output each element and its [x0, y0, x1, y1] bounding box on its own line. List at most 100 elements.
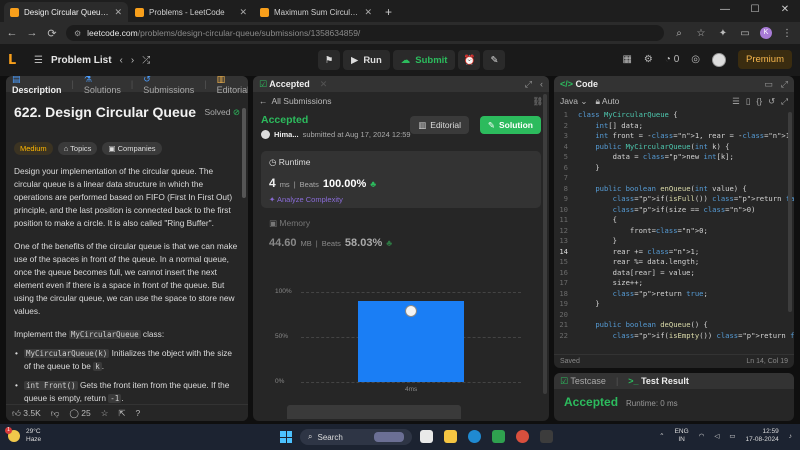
back-icon[interactable]: ← — [6, 27, 18, 39]
code-line[interactable]: 2 int[] data; — [554, 121, 794, 132]
code-line[interactable]: 9 class="p">if(isFull()) class="p">retur… — [554, 194, 794, 205]
user-name[interactable]: Hima... — [274, 130, 299, 139]
timer-button[interactable]: ⏰ — [458, 50, 481, 70]
code-line[interactable]: 10 class="p">if(size == class="n">0) — [554, 205, 794, 216]
close-icon[interactable]: ✕ — [239, 7, 247, 18]
bookmark-star-icon[interactable]: ☆ — [694, 28, 708, 39]
collapse-icon[interactable]: ‹ — [540, 79, 543, 90]
list-icon[interactable]: ☰ — [34, 55, 43, 66]
code-line[interactable]: 4 public MyCircularQueue(int k) { — [554, 142, 794, 153]
code-line[interactable]: 8 public boolean enQueue(int value) { — [554, 184, 794, 195]
chrome-icon[interactable] — [516, 430, 529, 443]
new-tab-icon[interactable]: + — [379, 5, 398, 22]
notification-bell-icon[interactable]: ♪ — [789, 433, 792, 440]
site-info-icon[interactable]: ⚙ — [74, 29, 81, 38]
sidebar-icon[interactable]: ▭ — [738, 28, 752, 39]
menu-icon[interactable]: ⋮ — [780, 28, 794, 39]
notes-button[interactable]: ✎ — [483, 50, 506, 70]
expand-icon[interactable]: ⤢ — [781, 79, 788, 90]
extensions-icon[interactable]: ✦ — [716, 28, 730, 39]
language-indicator[interactable]: ENG IN — [675, 428, 689, 444]
profile-avatar[interactable]: K — [760, 27, 772, 39]
maximize-icon[interactable]: ☐ — [740, 0, 770, 22]
tab-code[interactable]: </> Code — [560, 79, 598, 89]
user-avatar[interactable] — [261, 130, 270, 139]
code-line[interactable]: 21 public boolean deQueue() { — [554, 320, 794, 331]
autocomplete-mode[interactable]: 🔒︎ Auto — [595, 96, 619, 107]
chevron-up-icon[interactable]: ⌃ — [659, 432, 664, 440]
code-line[interactable]: 18 class="p">return true; — [554, 289, 794, 300]
streak-counter[interactable]: ◔ 0 — [665, 54, 679, 65]
code-line[interactable]: 5 data = class="p">new int[k]; — [554, 152, 794, 163]
language-select[interactable]: Java ⌄ — [560, 96, 587, 107]
format-icon[interactable]: ☰ — [732, 96, 740, 107]
premium-button[interactable]: Premium — [737, 50, 792, 69]
scrollbar[interactable] — [242, 108, 246, 198]
speaker-icon[interactable]: ◁ — [714, 432, 719, 440]
code-line[interactable]: 17 size++; — [554, 278, 794, 289]
debug-button[interactable]: ⚑ — [318, 50, 340, 70]
help-icon[interactable]: ? — [136, 408, 141, 418]
like-button[interactable]: 👍︎ 3.5K — [12, 408, 41, 419]
fullscreen-icon[interactable]: ⤢ — [781, 96, 788, 107]
user-avatar[interactable] — [711, 52, 726, 67]
close-window-icon[interactable]: ✕ — [770, 0, 800, 22]
clock[interactable]: 12:59 17-08-2024 — [746, 428, 779, 444]
contest-icon[interactable]: ◎ — [691, 54, 700, 65]
file-explorer-icon[interactable] — [444, 430, 457, 443]
tab-test-result[interactable]: >_ Test Result — [628, 376, 689, 386]
windows-start-icon[interactable] — [280, 431, 292, 443]
tab-testcase[interactable]: ☑ Testcase — [560, 376, 606, 387]
battery-icon[interactable]: ▭ — [729, 432, 735, 440]
problem-title[interactable]: 622. Design Circular Queue — [14, 104, 196, 120]
companies-tag[interactable]: ▣ Companies — [102, 142, 162, 155]
problem-list-link[interactable]: Problem List — [51, 55, 112, 66]
submit-button[interactable]: ☁ Submit — [392, 50, 456, 70]
taskbar-search[interactable]: ⌕ Search — [300, 429, 412, 445]
code-line[interactable]: 19 } — [554, 299, 794, 310]
weather-widget[interactable]: 1 29°C Haze — [5, 427, 41, 444]
bookmark-icon[interactable]: ▯ — [746, 96, 751, 107]
code-line[interactable]: 1 class MyCircularQueue { — [554, 110, 794, 121]
edge-icon[interactable] — [468, 430, 481, 443]
code-line[interactable]: 11 { — [554, 215, 794, 226]
prev-problem-icon[interactable]: ‹ — [120, 55, 123, 66]
code-line[interactable]: 7 — [554, 173, 794, 184]
code-line[interactable]: 3 int front = -class="n">1, rear = -clas… — [554, 131, 794, 142]
browser-tab-2[interactable]: Problems - LeetCode ✕ — [129, 2, 253, 22]
all-submissions-link[interactable]: ← All Submissions ⛓ — [253, 92, 549, 110]
scrollbar[interactable] — [543, 94, 547, 394]
code-line[interactable]: 13 } — [554, 236, 794, 247]
app-icon[interactable] — [540, 430, 553, 443]
task-view-icon[interactable] — [420, 430, 433, 443]
solution-button[interactable]: ✎ Solution — [479, 116, 541, 134]
url-field[interactable]: ⚙ leetcode.com/problems/design-circular-… — [66, 25, 664, 41]
topics-tag[interactable]: ⌂ Topics — [57, 142, 98, 155]
comments-button[interactable]: ◯ 25 — [69, 408, 90, 419]
browser-tab-3[interactable]: Maximum Sum Circular Subar ✕ — [254, 2, 378, 22]
next-problem-icon[interactable]: › — [131, 55, 134, 66]
favorite-star-icon[interactable]: ☆ — [101, 408, 109, 419]
share-icon[interactable]: ⇱ — [118, 408, 125, 419]
runtime-card[interactable]: ◷ Runtime 4 ms | Beats 100.00% ♣ ✦ Analyz… — [261, 151, 541, 208]
store-icon[interactable] — [492, 430, 505, 443]
close-icon[interactable]: ✕ — [114, 7, 122, 18]
code-line[interactable]: 14 rear += class="n">1; — [554, 247, 794, 258]
tab-accepted[interactable]: ☑ Accepted — [259, 79, 310, 90]
run-button[interactable]: ▶ Run — [343, 50, 390, 70]
memory-card[interactable]: ▣ Memory 44.60 MB | Beats 58.03% ♣ — [261, 214, 541, 253]
analyze-complexity-link[interactable]: ✦ Analyze Complexity — [269, 195, 533, 204]
expand-icon[interactable]: ⤢ — [525, 79, 532, 90]
code-line[interactable]: 16 data[rear] = value; — [554, 268, 794, 279]
code-line[interactable]: 12 front=class="n">0; — [554, 226, 794, 237]
close-icon[interactable]: ✕ — [320, 79, 328, 90]
braces-icon[interactable]: {} — [756, 96, 762, 107]
zoom-icon[interactable]: ⌕ — [672, 28, 686, 39]
close-icon[interactable]: ✕ — [364, 7, 372, 18]
link-icon[interactable]: ⛓ — [532, 96, 543, 107]
layout-icon[interactable]: ▦ — [622, 54, 631, 65]
forward-icon[interactable]: → — [26, 27, 38, 39]
code-area[interactable]: 1 class MyCircularQueue {2 int[] data; 3 i… — [554, 110, 794, 351]
dislike-button[interactable]: 👎︎ — [51, 408, 60, 419]
code-line[interactable]: 20 — [554, 310, 794, 321]
